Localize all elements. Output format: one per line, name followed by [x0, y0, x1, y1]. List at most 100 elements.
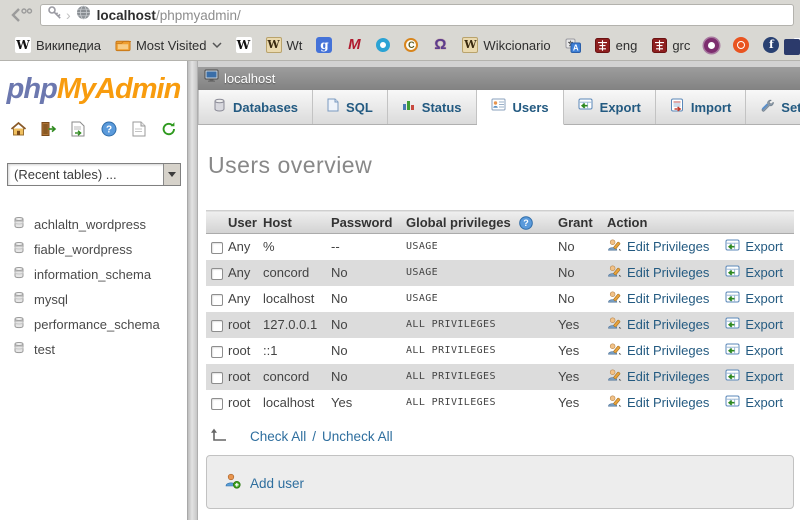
cell-privileges: ALL PRIVILEGES: [406, 363, 558, 390]
header-action: Action: [607, 210, 794, 234]
database-item[interactable]: fiable_wordpress: [13, 237, 187, 262]
tab-databases[interactable]: Databases: [198, 90, 314, 124]
edit-privileges-link[interactable]: Edit Privileges: [627, 317, 709, 332]
edit-privileges-link[interactable]: Edit Privileges: [627, 343, 709, 358]
cell-user: Any: [228, 239, 251, 255]
cell-password: No: [331, 343, 348, 358]
row-checkbox[interactable]: [211, 293, 223, 306]
cell-user: root: [228, 311, 263, 338]
sql-icon: [327, 98, 339, 117]
database-icon: [13, 266, 25, 284]
bookmark-google[interactable]: g: [309, 35, 339, 55]
bookmark-wikcionario[interactable]: W Wikcionario: [455, 35, 557, 55]
row-checkbox[interactable]: [211, 371, 223, 384]
database-item[interactable]: performance_schema: [13, 312, 187, 337]
databases-icon: [213, 98, 226, 117]
edit-privileges-icon[interactable]: [607, 368, 622, 386]
row-checkbox[interactable]: [211, 241, 223, 254]
history-back-icon[interactable]: [6, 4, 36, 26]
bookmark-blue-ring[interactable]: [369, 36, 397, 54]
cell-grant: Yes: [558, 311, 607, 338]
privileges-help-icon[interactable]: ?: [518, 215, 533, 230]
google-favicon: g: [316, 37, 333, 53]
edit-privileges-link[interactable]: Edit Privileges: [627, 395, 709, 410]
tab-export[interactable]: Export: [564, 90, 656, 124]
database-item[interactable]: achlaltn_wordpress: [13, 212, 187, 237]
export-row-icon[interactable]: [725, 369, 740, 385]
export-row-link[interactable]: Export: [745, 369, 783, 384]
tab-users[interactable]: Users: [476, 90, 564, 125]
edit-privileges-icon[interactable]: [607, 342, 622, 360]
export-row-link[interactable]: Export: [745, 317, 783, 332]
export-row-icon[interactable]: [725, 395, 740, 411]
row-checkbox[interactable]: [211, 319, 223, 332]
edit-privileges-icon[interactable]: [607, 316, 622, 334]
bookmark-eng[interactable]: eng: [588, 35, 645, 55]
refresh-icon[interactable]: [160, 120, 178, 137]
export-row-icon[interactable]: [725, 291, 740, 307]
cell-privileges: ALL PRIVILEGES: [406, 397, 496, 408]
server-label[interactable]: localhost: [224, 71, 275, 86]
tab-sql[interactable]: SQL: [313, 90, 388, 124]
recent-tables-select[interactable]: (Recent tables) ...: [7, 163, 181, 186]
documentation-icon[interactable]: [130, 120, 148, 137]
address-bar[interactable]: › localhost /phpmyadmin/: [40, 4, 794, 26]
edit-privileges-link[interactable]: Edit Privileges: [627, 265, 709, 280]
tab-status[interactable]: Status: [388, 90, 477, 124]
tab-import[interactable]: Import: [656, 90, 747, 124]
bookmark-purple-ring[interactable]: [697, 36, 726, 55]
cell-password: No: [331, 259, 406, 286]
row-checkbox[interactable]: [211, 267, 223, 280]
phpmyadmin-logo[interactable]: phpMyAdmin: [0, 73, 187, 106]
export-row-icon[interactable]: [725, 343, 740, 359]
cell-user: root: [228, 363, 263, 390]
row-checkbox[interactable]: [211, 397, 223, 410]
export-row-icon[interactable]: [725, 265, 740, 281]
export-row-link[interactable]: Export: [745, 343, 783, 358]
export-row-icon[interactable]: [725, 317, 740, 333]
omega-favicon: Ω: [434, 36, 447, 53]
database-item[interactable]: mysql: [13, 287, 187, 312]
add-user-button[interactable]: Add user: [224, 473, 304, 494]
edit-privileges-link[interactable]: Edit Privileges: [627, 291, 709, 306]
bookmark-wt[interactable]: W Wt: [259, 35, 310, 55]
uncheck-all-link[interactable]: Uncheck All: [322, 429, 393, 444]
check-all-link[interactable]: Check All: [250, 429, 306, 444]
database-item[interactable]: information_schema: [13, 262, 187, 287]
help-icon[interactable]: ?: [100, 120, 118, 137]
bookmark-red-m[interactable]: M: [339, 35, 369, 55]
tab-settings[interactable]: Settings: [746, 90, 800, 124]
database-icon: [13, 216, 25, 234]
query-window-icon[interactable]: [70, 120, 88, 137]
export-row-link[interactable]: Export: [745, 291, 783, 306]
database-item[interactable]: test: [13, 337, 187, 362]
edit-privileges-link[interactable]: Edit Privileges: [627, 239, 709, 254]
bookmark-most-visited[interactable]: Most Visited: [108, 34, 229, 56]
bookmark-translate[interactable]: A: [558, 35, 588, 55]
site-identity-key-icon[interactable]: [47, 5, 63, 25]
row-checkbox[interactable]: [211, 345, 223, 358]
edit-privileges-icon[interactable]: [607, 264, 622, 282]
bookmark-ubuntu[interactable]: [726, 35, 756, 55]
bookmark-orange-c[interactable]: C: [397, 36, 425, 54]
bookmark-wikipedia-plain[interactable]: W: [229, 35, 259, 55]
export-row-icon[interactable]: [725, 239, 740, 255]
edit-privileges-link[interactable]: Edit Privileges: [627, 369, 709, 384]
edit-privileges-icon[interactable]: [607, 290, 622, 308]
bookmark-partial[interactable]: [777, 37, 800, 57]
bookmark-grc[interactable]: grc: [644, 35, 697, 55]
panel-resize-handle[interactable]: [187, 61, 198, 520]
header-global-privileges-label: Global privileges: [406, 214, 511, 230]
logout-icon[interactable]: [40, 120, 58, 137]
export-row-link[interactable]: Export: [745, 265, 783, 280]
select-dropdown-icon[interactable]: [163, 164, 180, 185]
url-path: /phpmyadmin/: [155, 7, 241, 23]
edit-privileges-icon[interactable]: [607, 394, 622, 412]
edit-privileges-icon[interactable]: [607, 238, 622, 256]
bookmark-omega[interactable]: Ω: [425, 35, 455, 55]
bookmark-wikipedia[interactable]: W Википедиа: [8, 35, 108, 55]
with-selected-arrow-icon: [209, 427, 228, 446]
export-row-link[interactable]: Export: [745, 395, 783, 410]
home-icon[interactable]: [10, 120, 28, 137]
export-row-link[interactable]: Export: [745, 239, 783, 254]
